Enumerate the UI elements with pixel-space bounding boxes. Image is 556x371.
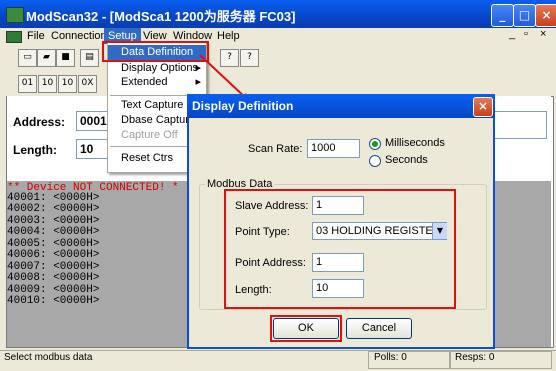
menu-bar: File Connection Setup View Window Help <box>0 28 556 44</box>
mdi-restore-button[interactable]: ▫ <box>524 28 528 40</box>
device-id-field[interactable] <box>493 111 547 139</box>
length-label-dialog: Length: <box>235 284 272 296</box>
mdi-close-button[interactable]: × <box>540 28 546 40</box>
menu-help[interactable]: Help <box>213 28 244 44</box>
milliseconds-label: Milliseconds <box>385 137 445 149</box>
register-row: 40006: <0000H> <box>7 249 100 261</box>
menu-item-extended[interactable]: Extended ▸ <box>108 75 206 90</box>
point-address-field[interactable]: 1 <box>312 253 364 272</box>
cancel-button[interactable]: Cancel <box>346 318 412 339</box>
point-type-value: 03 HOLDING REGISTER <box>316 225 441 237</box>
point-type-label: Point Type: <box>235 226 290 238</box>
register-row: 40008: <0000H> <box>7 272 100 284</box>
hex-button[interactable]: 0X <box>78 75 97 93</box>
address-field[interactable]: 0001 <box>76 111 108 131</box>
menu-item-label: Extended <box>121 76 168 88</box>
length-label: Length: <box>13 143 57 157</box>
coil-status-button[interactable]: 01 <box>18 75 37 93</box>
seconds-label: Seconds <box>385 154 428 166</box>
highlight-box-menu <box>102 41 209 62</box>
length-field[interactable]: 10 <box>76 139 108 159</box>
scan-rate-field[interactable]: 1000 <box>307 139 360 158</box>
new-file-icon[interactable]: ▭ <box>18 49 37 67</box>
save-icon[interactable]: ■ <box>56 49 75 67</box>
open-folder-icon[interactable]: ▰ <box>37 49 56 67</box>
point-address-label: Point Address: <box>235 257 306 269</box>
maximize-button[interactable]: □ <box>513 4 536 27</box>
resps-count: Resps: 0 <box>455 352 495 363</box>
app-icon[interactable] <box>6 7 24 23</box>
register-row: 40010: <0000H> <box>7 295 100 307</box>
seconds-radio[interactable] <box>369 155 381 167</box>
mdi-minimize-button[interactable]: _ <box>509 28 515 40</box>
dialog-close-button[interactable]: × <box>473 97 493 117</box>
point-type-select[interactable]: 03 HOLDING REGISTER <box>312 222 447 240</box>
slave-address-label: Slave Address: <box>235 200 309 212</box>
register-button[interactable]: 10 <box>58 75 77 93</box>
milliseconds-radio[interactable] <box>369 138 381 150</box>
register-row: 40004: <0000H> <box>7 226 100 238</box>
child-window-icon[interactable] <box>6 31 22 43</box>
status-message: Select modbus data <box>4 352 93 363</box>
address-label: Address: <box>13 115 66 129</box>
menu-item-display-options[interactable]: Display Options ▸ <box>108 61 206 76</box>
length-field-dialog[interactable]: 10 <box>312 279 364 298</box>
highlight-box-ok <box>270 315 342 342</box>
menu-file[interactable]: File <box>23 28 49 44</box>
print-icon[interactable]: ▤ <box>80 49 99 67</box>
register-row: 40002: <0000H> <box>7 203 100 215</box>
polls-count: Polls: 0 <box>374 352 407 363</box>
close-button[interactable]: × <box>535 4 556 27</box>
menu-item-label: Display Options <box>121 62 199 74</box>
input-status-button[interactable]: 10 <box>38 75 57 93</box>
scan-rate-label: Scan Rate: <box>248 143 303 155</box>
minimize-button[interactable]: _ <box>491 4 514 27</box>
window-title: ModScan32 - [ModSca1 1200为服务器 FC03] <box>26 9 296 24</box>
dialog-title: Display Definition <box>192 99 294 113</box>
slave-address-field[interactable]: 1 <box>312 196 364 215</box>
chevron-down-icon[interactable]: ▼ <box>432 223 447 239</box>
